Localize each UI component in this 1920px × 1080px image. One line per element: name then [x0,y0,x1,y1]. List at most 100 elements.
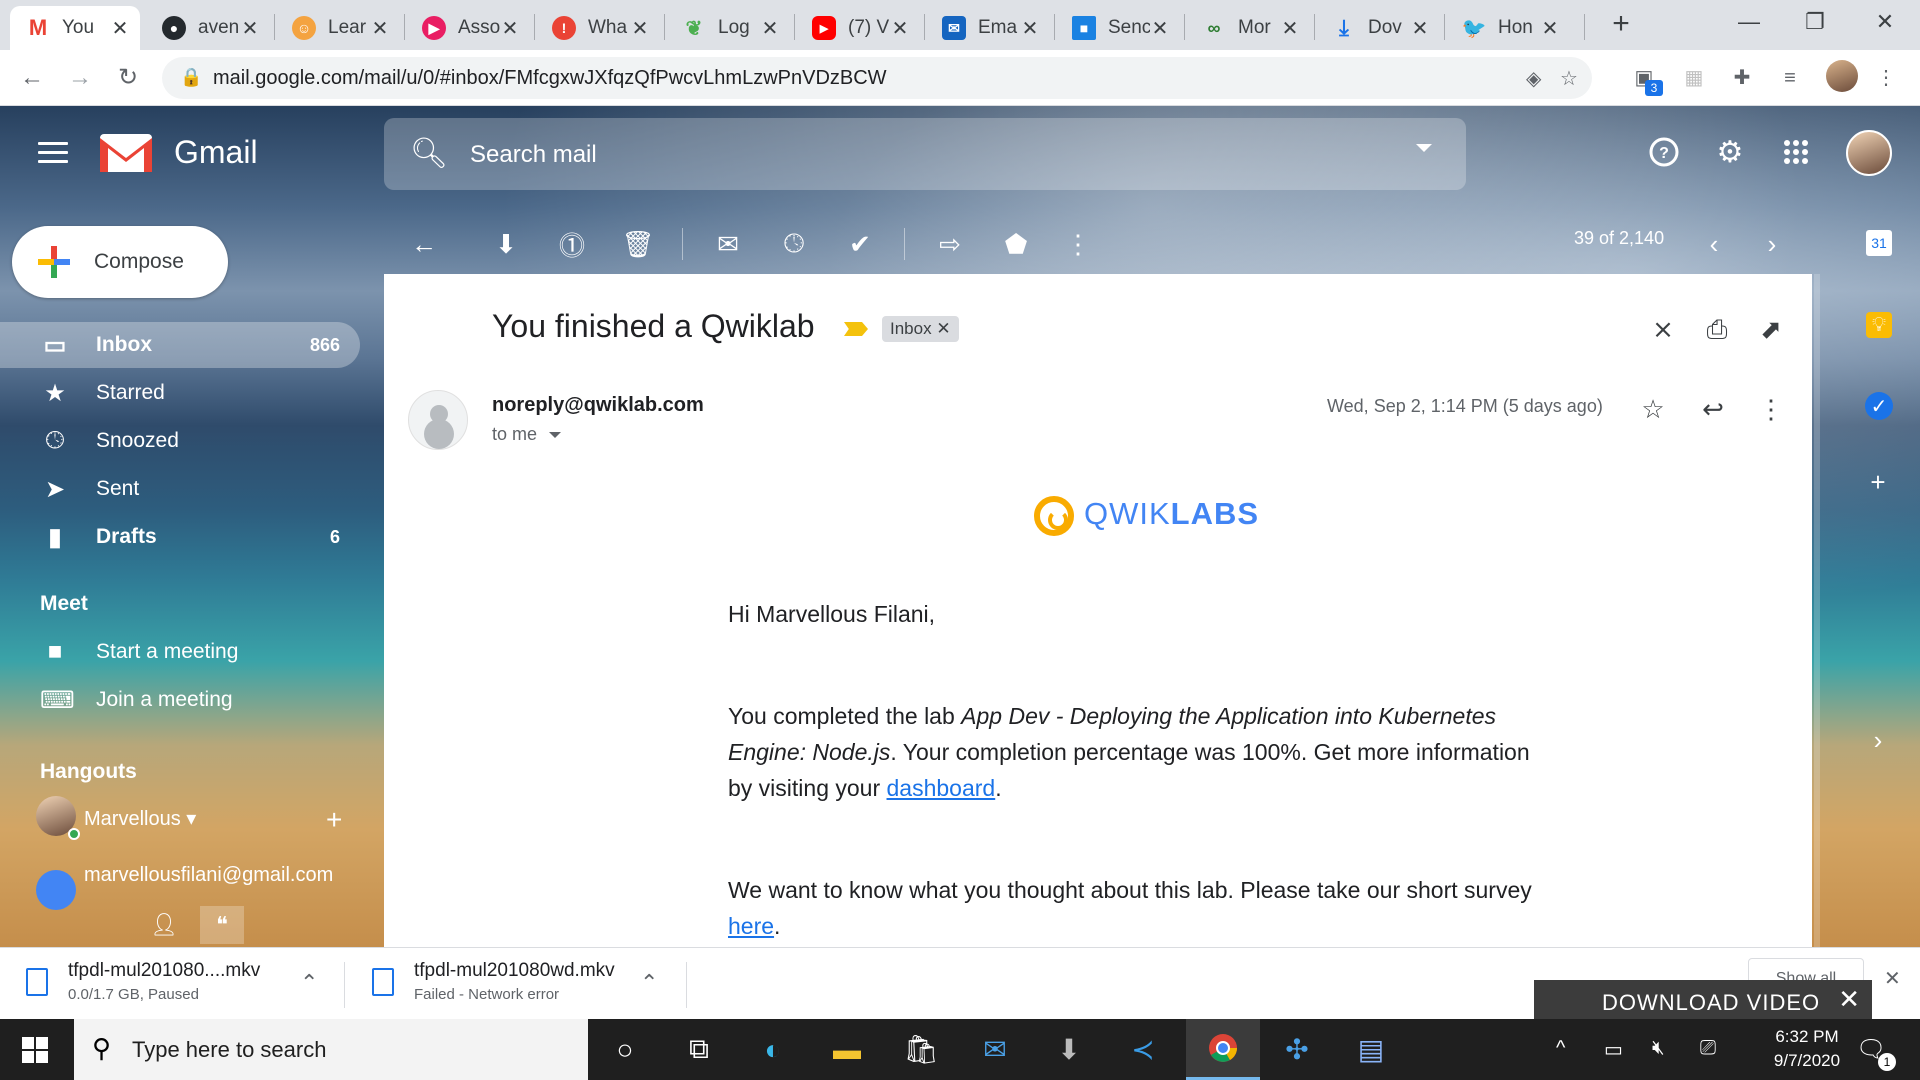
more-actions-icon[interactable]: ⋮ [1058,224,1098,264]
tab-wha[interactable]: ! Wha ✕ [536,6,660,50]
download-manager-icon[interactable]: ⬇ [1032,1019,1106,1080]
chevron-down-icon[interactable] [549,432,561,438]
sender-address[interactable]: noreply@qwiklab.com [492,394,704,417]
store-icon[interactable]: 🛍︎ [884,1019,958,1080]
close-icon[interactable]: ✕ [760,16,780,41]
tab-email[interactable]: ✉ Ema ✕ [926,6,1050,50]
media-queue-icon[interactable]: ≡ [1776,64,1804,92]
network-app-icon[interactable]: ✣ [1260,1019,1334,1080]
expand-panel-icon[interactable]: › [1862,724,1894,756]
close-icon[interactable]: ✕ [630,16,650,41]
edge-icon[interactable]: ◐ [736,1019,810,1080]
bookmark-star-icon[interactable]: ☆ [1560,66,1578,91]
move-to-icon[interactable]: ⇨ [930,224,970,264]
battery-icon[interactable]: ▭ [1604,1037,1623,1062]
new-tab-button[interactable]: + [1603,6,1639,42]
cortana-icon[interactable]: ○ [588,1019,662,1080]
eye-icon[interactable]: ◈ [1526,66,1541,91]
survey-link[interactable]: here [728,913,774,939]
sidebar-item-sent[interactable]: ➤ Sent [0,466,360,512]
tab-twitter[interactable]: 🐦 Hon ✕ [1446,6,1570,50]
close-window-button[interactable]: ✕ [1852,0,1918,44]
keep-icon[interactable]: 💡︎ [1866,312,1892,338]
get-addons-icon[interactable]: + [1862,466,1894,498]
chevron-up-icon[interactable]: ⌃ [300,970,318,996]
collapse-all-icon[interactable]: ⨯ [1646,312,1680,346]
minimize-button[interactable]: — [1716,0,1782,44]
newer-icon[interactable]: ‹ [1694,224,1734,264]
download-item-2[interactable]: tfpdl-mul201080wd.mkv Failed - Network e… [372,960,615,1003]
tab-downloads[interactable]: ⤓ Dov ✕ [1316,6,1440,50]
tray-chevron-icon[interactable]: ^ [1556,1037,1565,1060]
apps-grid-icon[interactable] [1774,130,1818,174]
network-icon[interactable]: ⎚ [1700,1037,1716,1060]
join-meeting-item[interactable]: ⌨ Join a meeting [0,677,360,723]
contacts-icon[interactable]: 👤︎ [150,912,178,938]
hangouts-chat-icon[interactable]: ❝ [200,906,244,944]
back-button[interactable]: ← [14,60,50,96]
scrollbar[interactable] [1814,274,1820,947]
main-menu-icon[interactable] [38,142,68,164]
archive-icon[interactable]: ⬇ [486,224,526,264]
hangouts-contact[interactable]: marvellousfilani@gmail.com [84,864,333,887]
chevron-up-icon[interactable]: ⌃ [640,970,658,996]
address-bar[interactable]: 🔒 mail.google.com/mail/u/0/#inbox/FMfcgx… [162,57,1592,99]
close-icon[interactable]: ✕ [1020,16,1040,41]
tab-github[interactable]: ● aven ✕ [146,6,270,50]
sidebar-item-inbox[interactable]: ▭ Inbox 866 [0,322,360,368]
add-contact-icon[interactable]: + [326,804,342,836]
tab-asso[interactable]: ▶ Asso ✕ [406,6,530,50]
download-video-overlay[interactable]: DOWNLOAD VIDEO ✕ [1534,980,1872,1020]
tab-log[interactable]: ❦ Log ✕ [666,6,790,50]
label-icon[interactable]: ⬟ [996,224,1036,264]
taskbar-search[interactable]: ⚲ Type here to search [74,1019,588,1080]
back-to-inbox-icon[interactable]: ← [404,224,444,264]
close-icon[interactable]: ✕ [1280,16,1300,41]
restore-button[interactable]: ❐ [1782,0,1848,44]
recipient-details[interactable]: to me [492,424,537,445]
close-shelf-icon[interactable]: ✕ [1884,966,1901,991]
puzzle-icon[interactable]: ✚ [1728,64,1756,92]
importance-marker-icon[interactable] [844,322,868,336]
print-icon[interactable]: ⎙ [1700,312,1734,346]
account-avatar[interactable] [1846,130,1892,176]
inbox-label-chip[interactable]: Inbox ✕ [882,316,959,342]
tasks-icon[interactable]: ✓ [1865,392,1893,420]
profile-avatar[interactable] [1826,60,1858,92]
close-icon[interactable]: ✕ [370,16,390,41]
more-vert-icon[interactable]: ⋮ [1754,392,1788,426]
chrome-icon[interactable] [1186,1019,1260,1080]
search-icon[interactable]: 🔍︎ [410,136,448,171]
forward-button[interactable]: → [62,60,98,96]
remove-label-icon[interactable]: ✕ [936,319,950,338]
close-icon[interactable]: ✕ [1540,16,1560,41]
older-icon[interactable]: › [1752,224,1792,264]
search-options-icon[interactable] [1416,144,1432,152]
sidebar-item-starred[interactable]: ★ Starred [0,370,360,416]
taskbar-search-input[interactable]: Type here to search [132,1037,326,1063]
url-text[interactable]: mail.google.com/mail/u/0/#inbox/FMfcgxwJ… [213,67,887,90]
close-icon[interactable]: ✕ [240,16,260,41]
close-icon[interactable]: ✕ [500,16,520,41]
contact-avatar[interactable] [36,870,76,910]
vscode-icon[interactable]: ≺ [1106,1019,1180,1080]
document-app-icon[interactable]: ▤ [1334,1019,1408,1080]
extension-placeholder-icon[interactable]: ▦ [1680,64,1708,92]
delete-icon[interactable]: 🗑︎ [618,224,658,264]
help-icon[interactable]: ? [1642,130,1686,174]
open-new-window-icon[interactable]: ⬈ [1754,312,1788,346]
system-clock[interactable]: 6:32 PM 9/7/2020 [1754,1025,1860,1073]
snooze-icon[interactable]: 🕓︎ [774,224,814,264]
hangouts-user-name[interactable]: Marvellous ▾ [84,806,196,831]
reload-button[interactable]: ↻ [110,60,146,96]
tab-learn[interactable]: ☺ Lear ✕ [276,6,400,50]
search-bar[interactable]: 🔍︎ Search mail [384,118,1466,190]
task-view-icon[interactable]: ⧉ [662,1019,736,1080]
mail-icon[interactable]: ✉ [958,1019,1032,1080]
mark-unread-icon[interactable]: ✉ [708,224,748,264]
volume-muted-icon[interactable]: 🔇︎ [1652,1037,1665,1060]
close-icon[interactable]: ✕ [1410,16,1430,41]
close-icon[interactable]: ✕ [1150,16,1170,41]
download-item-1[interactable]: tfpdl-mul201080....mkv 0.0/1.7 GB, Pause… [26,960,260,1003]
sidebar-item-snoozed[interactable]: 🕓︎ Snoozed [0,418,360,464]
